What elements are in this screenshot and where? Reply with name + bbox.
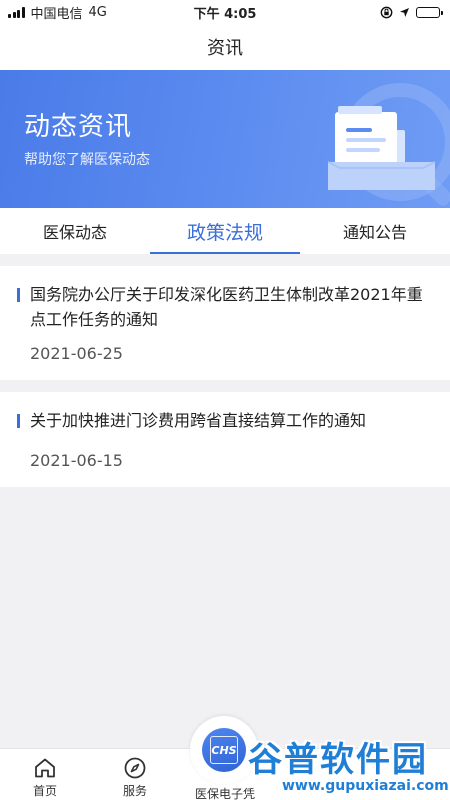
orientation-lock-icon xyxy=(380,6,393,18)
tab-medical-news[interactable]: 医保动态 xyxy=(0,208,150,254)
category-tabs: 医保动态 政策法规 通知公告 xyxy=(0,208,450,254)
tab-policy-regulations[interactable]: 政策法规 xyxy=(150,208,300,254)
list-item[interactable]: 关于加快推进门诊费用跨省直接结算工作的通知 2021-06-15 xyxy=(0,392,450,487)
status-bar: 中国电信 4G 下午 4:05 xyxy=(0,0,450,24)
accent-bar xyxy=(17,288,20,302)
battery-icon xyxy=(416,6,443,18)
page-title: 资讯 xyxy=(207,38,243,59)
banner: 动态资讯 帮助您了解医保动态 xyxy=(0,70,450,208)
bottom-nav-home[interactable]: 首页 xyxy=(5,749,85,800)
home-label: 首页 xyxy=(32,784,57,798)
bottom-nav-service[interactable]: 服务 xyxy=(95,749,175,800)
watermark-name: 谷普软件园 xyxy=(248,740,428,780)
accent-bar xyxy=(17,414,20,428)
article-date: 2021-06-15 xyxy=(30,451,123,470)
document-tray-magnifier-icon xyxy=(327,83,450,206)
site-watermark: 谷普软件园 www.gupuxiazai.com xyxy=(248,730,450,800)
article-title: 关于加快推进门诊费用跨省直接结算工作的通知 xyxy=(30,411,367,430)
ecard-label: 医保电子凭 xyxy=(194,787,255,800)
banner-title: 动态资讯 xyxy=(24,112,133,142)
service-label: 服务 xyxy=(122,784,147,798)
tab-notices[interactable]: 通知公告 xyxy=(300,208,450,254)
location-icon xyxy=(400,7,409,17)
nav-bar: 资讯 xyxy=(0,24,450,70)
list-item[interactable]: 国务院办公厅关于印发深化医药卫生体制改革2021年重点工作任务的通知 2021-… xyxy=(0,266,450,380)
chs-scan-icon: CHS xyxy=(202,728,246,772)
article-date: 2021-06-25 xyxy=(30,344,123,363)
watermark-url: www.gupuxiazai.com xyxy=(282,778,449,794)
compass-icon xyxy=(124,757,146,779)
article-title: 国务院办公厅关于印发深化医药卫生体制改革2021年重点工作任务的通知 xyxy=(30,285,423,329)
home-icon xyxy=(35,758,55,778)
chs-badge: CHS xyxy=(211,743,237,757)
status-right xyxy=(380,6,443,19)
banner-subtitle: 帮助您了解医保动态 xyxy=(24,152,150,168)
